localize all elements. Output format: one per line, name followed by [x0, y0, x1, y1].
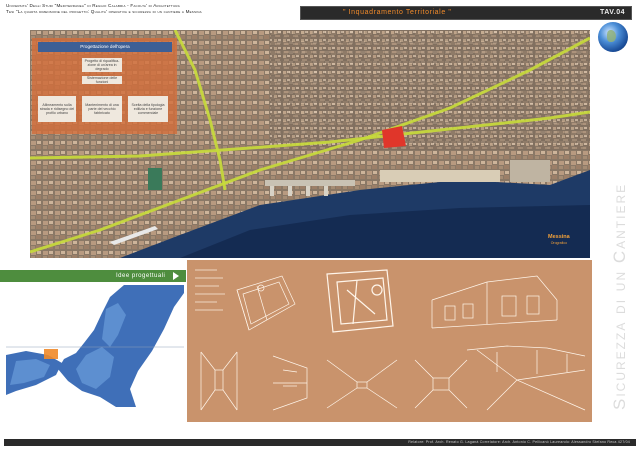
sketch-panel [187, 260, 592, 422]
satellite-image [6, 285, 184, 407]
arrow-right-icon [173, 272, 179, 280]
design-step-box: Sistemazione delle funzioni [82, 76, 122, 84]
vertical-title: Sicurezza di un Cantiere [610, 182, 629, 410]
design-step-box: Allineamento sulla strada e ridisegno de… [38, 96, 76, 122]
ideas-label: Idee progettuali [116, 273, 166, 279]
design-step-box: Scelta della tipologia edilizia e funzio… [128, 96, 168, 122]
design-sketches [195, 269, 586, 411]
section-title: " Inquadramento Territoriale " [343, 9, 452, 16]
sheet-number: TAV.04 [599, 9, 625, 16]
sketch-interior-4 [414, 359, 468, 409]
design-process-panel: Progettazione dell'opera Progetto di riq… [32, 38, 177, 134]
header-line-2: Tesi "La quarta dimensione del progetto:… [6, 9, 202, 14]
globe-icon [598, 22, 628, 52]
design-step-box: Progetto di riqualifica-zione di un'area… [82, 58, 122, 72]
header-text: Universita' Degli Studi "Mediterranea" d… [6, 3, 202, 15]
map-city-sublabel: Orografico [550, 241, 568, 245]
map-city-label: Messina Orografico [548, 234, 570, 246]
footer-credits: Relatore: Prof. Arch. Renato G. Laganà C… [408, 440, 630, 444]
title-bar: " Inquadramento Territoriale " TAV.04 [300, 6, 632, 20]
ideas-bar: Idee progettuali [0, 270, 186, 282]
sketch-plan [236, 275, 296, 331]
sketch-model [326, 269, 394, 333]
sketch-interior-2 [272, 355, 308, 411]
sketch-interior-1 [200, 351, 238, 411]
design-process-header: Progettazione dell'opera [38, 42, 172, 52]
design-step-box: Mantenimento di una parte del vecchio fa… [82, 96, 122, 122]
sketch-interior-3 [326, 359, 398, 409]
footer-bar: Relatore: Prof. Arch. Renato G. Laganà C… [4, 439, 636, 446]
sketch-perspective-building [431, 275, 558, 329]
sketch-notes [195, 269, 225, 311]
sketch-street-view [466, 345, 586, 411]
